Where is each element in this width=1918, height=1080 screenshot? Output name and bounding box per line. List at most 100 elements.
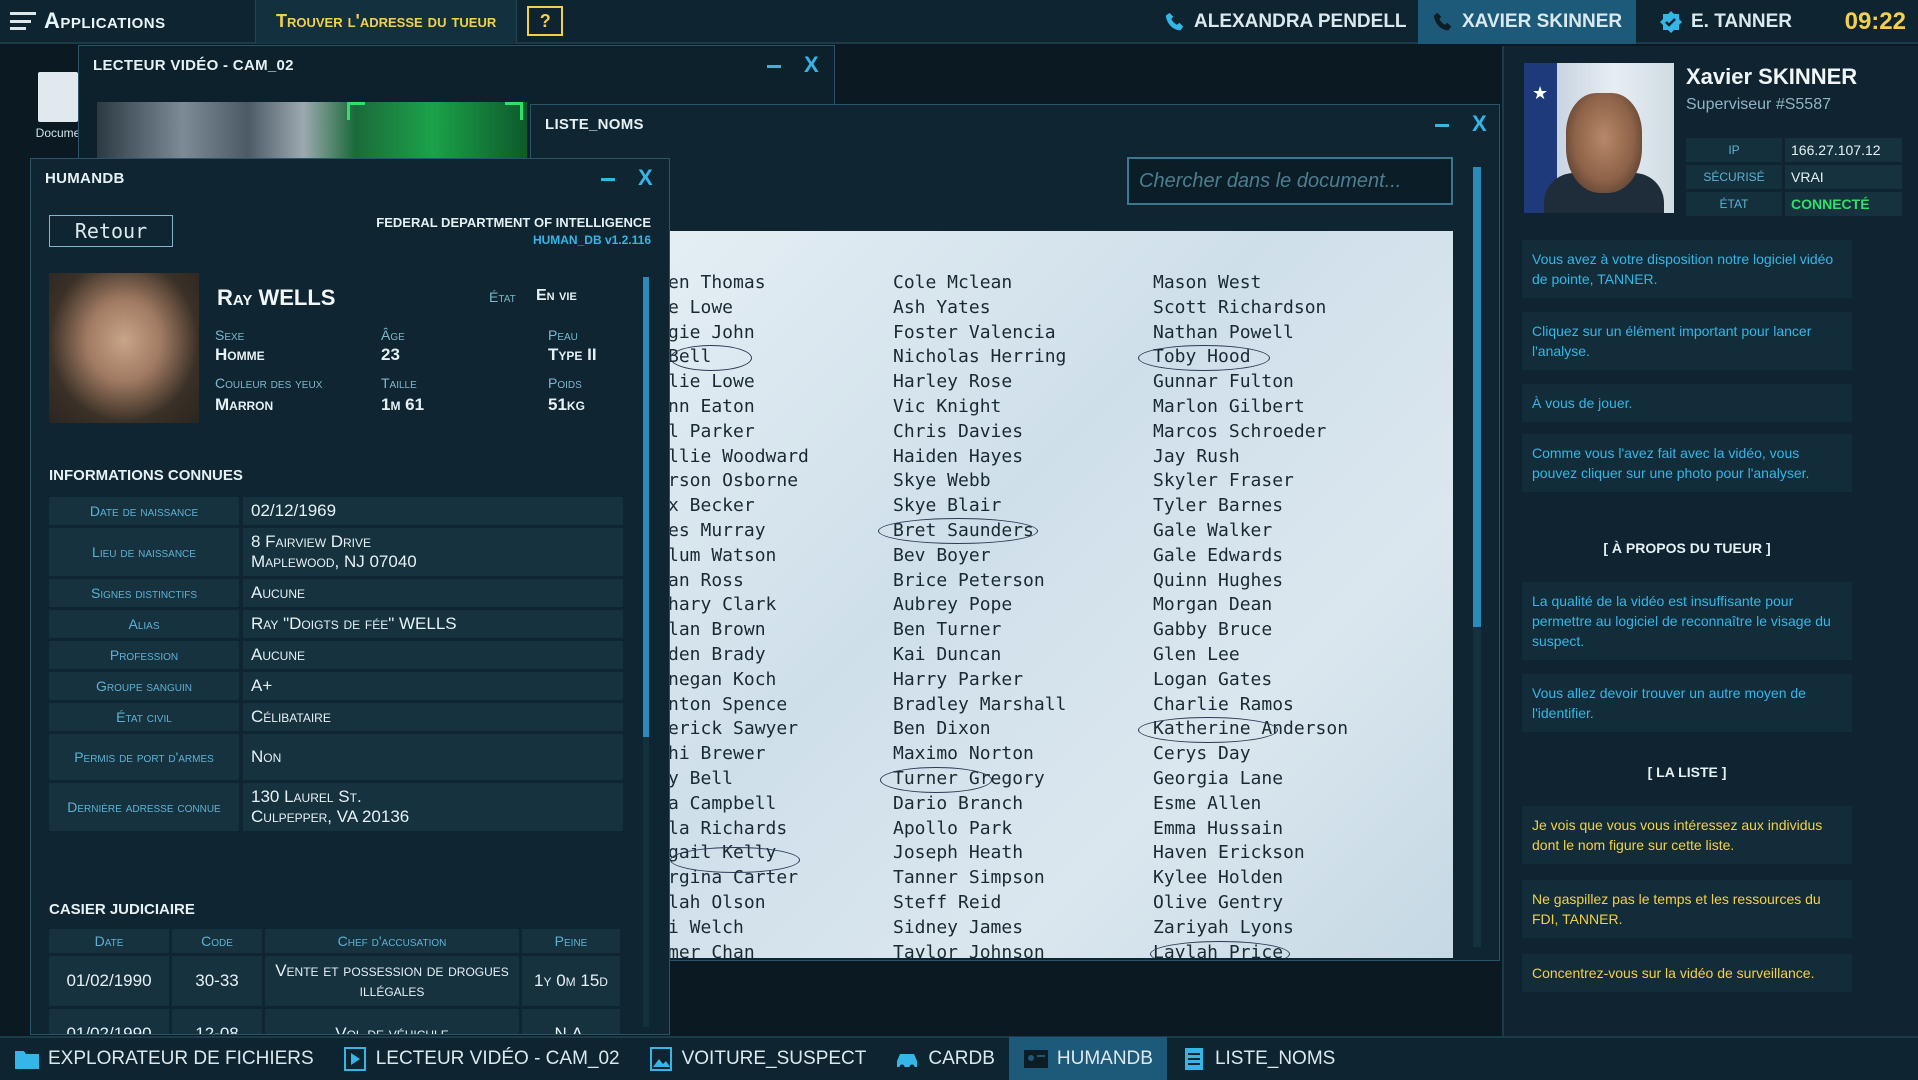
ip-value: 166.27.107.12 [1785,138,1902,162]
window-titlebar[interactable]: LECTEUR VIDÉO - CAM_02 [79,46,834,84]
task-cardb[interactable]: CARDB [880,1037,1009,1080]
list-name: Bradley Marshall [893,693,1067,715]
suspect-photo[interactable] [49,273,199,423]
task-label: LISTE_NOMS [1214,1048,1336,1069]
status-label: État [489,289,516,305]
video-frame[interactable] [97,102,527,166]
scrollbar[interactable] [1473,167,1481,947]
list-name: Scott Richardson [1153,296,1327,318]
badge-icon [1660,11,1682,33]
list-name: lah Olson [668,891,766,913]
list-name: Ben Dixon [893,718,991,740]
list-name: Gale Edwards [1153,544,1284,566]
liste-noms-window[interactable]: LISTE_NOMS X Chercher dans le document..… [530,104,1500,961]
table-cell: N.A. [522,1009,620,1034]
person-name: Ray WELLS [217,285,336,310]
document-search-input[interactable]: Chercher dans le document... [1127,157,1453,205]
contact-alexandra-pendell[interactable]: ALEXANDRA PENDELL [1150,0,1421,44]
scrollbar-thumb[interactable] [643,277,649,737]
contact-name: ALEXANDRA PENDELL [1194,11,1407,32]
id-card-icon [1023,1050,1048,1068]
close-button[interactable]: X [1472,111,1487,137]
minimize-button[interactable] [599,167,617,187]
info-row: Signes distinctifs Aucune [49,579,623,607]
list-name: lan Brown [668,619,766,641]
task-label: CARDB [928,1048,995,1069]
list-name: Zariyah Lyons [1153,916,1294,938]
list-name: Gale Walker [1153,519,1273,541]
task-humandb[interactable]: HUMANDB [1008,1037,1167,1080]
list-name: Cole Mclean [893,272,1013,293]
list-name: Tanner Simpson [893,867,1045,889]
table-cell: Vente et possession de drogues illégales [265,956,519,1006]
list-name: x Becker [668,495,755,517]
list-name: Skyler Fraser [1153,470,1294,492]
list-name: Olive Gentry [1153,891,1284,913]
about-killer-link[interactable]: [ À PROPOS DU TUEUR ] [1522,540,1852,556]
column-header: Code [172,929,262,953]
chat-message: Vous allez devoir trouver un autre moyen… [1522,674,1852,732]
info-row: Profession Aucune [49,641,623,669]
list-name: Kai Duncan [893,643,1002,665]
contact-e-tanner[interactable]: E. TANNER [1645,0,1806,44]
contact-xavier-skinner[interactable]: XAVIER SKINNER [1418,0,1637,44]
mission-objective[interactable]: Trouver l'adresse du tueur [255,0,518,43]
column-header: Chef d'accusation [265,929,519,953]
eye-color-label: Couleur des yeux [215,375,323,391]
state-label: ÉTAT [1686,192,1782,216]
humandb-window[interactable]: HUMANDB X Retour FEDERAL DEPARTMENT OF I… [30,158,670,1035]
the-list-link[interactable]: [ LA LISTE ] [1522,764,1852,780]
info-value: 02/12/1969 [243,497,623,525]
list-name: Chris Davies [893,420,1024,442]
desktop-icon-label: Docume [35,126,81,140]
info-value: A+ [243,672,623,700]
help-button[interactable]: ? [527,6,564,36]
list-name: en Thomas [668,272,766,293]
list-name: Nicholas Herring [893,346,1067,368]
task-label: LECTEUR VIDÉO - CAM_02 [375,1048,620,1069]
task-video-player[interactable]: LECTEUR VIDÉO - CAM_02 [328,1037,634,1080]
state-value: CONNECTÉ [1785,192,1902,216]
taskbar: EXPLORATEUR DE FICHIERS LECTEUR VIDÉO - … [0,1036,1918,1080]
chat-message: Concentrez-vous sur la vidéo de surveill… [1522,954,1852,992]
applications-menu[interactable]: Applications [0,0,255,43]
list-name: Steff Reid [893,891,1002,913]
close-button[interactable]: X [638,165,653,191]
info-row: Permis de port d'armes Non [49,734,623,780]
list-name: Emma Hussain [1153,817,1284,839]
name-column-3: Mason West Scott Richardson Nathan Powell T… [1153,271,1348,958]
clock: 09:22 [1844,8,1906,35]
scrollbar-thumb[interactable] [1473,167,1481,627]
list-name: Haven Erickson [1153,842,1305,864]
info-value: Aucune [243,579,623,607]
list-name: Esme Allen [1153,792,1262,814]
chat-message: Ne gaspillez pas le temps et les ressour… [1522,880,1852,938]
back-button[interactable]: Retour [49,215,173,247]
task-liste-noms[interactable]: LISTE_NOMS [1167,1037,1349,1080]
list-name: Brice Peterson [893,569,1045,591]
window-titlebar[interactable]: HUMANDB [31,159,669,197]
list-name: negan Koch [668,668,777,690]
folder-icon [15,1051,39,1069]
list-name: y Bell [668,767,734,789]
scrollbar[interactable] [643,277,649,1027]
list-name: erick Sawyer [668,718,799,740]
table-header: Date Code Chef d'accusation Peine [49,929,623,953]
window-title: HUMANDB [45,169,125,187]
supervisor-avatar: ★ [1524,63,1674,213]
window-title: LECTEUR VIDÉO - CAM_02 [93,56,294,74]
list-name: Morgan Dean [1153,594,1273,616]
circle-mark [670,847,800,873]
minimize-button[interactable] [1433,113,1451,133]
close-button[interactable]: X [804,52,819,78]
table-row: 01/02/1990 30-33 Vente et possession de dr… [49,956,623,1006]
height-value: 1m 61 [381,395,425,414]
table-cell: Vol de véhicule [265,1009,519,1034]
window-title: LISTE_NOMS [545,115,644,133]
minimize-button[interactable] [765,54,783,74]
window-titlebar[interactable]: LISTE_NOMS [531,105,1499,143]
list-name: Ben Turner [893,619,1002,641]
circle-mark [1138,345,1270,371]
task-file-explorer[interactable]: EXPLORATEUR DE FICHIERS [0,1037,328,1080]
task-voiture-suspect[interactable]: VOITURE_SUSPECT [634,1037,881,1080]
